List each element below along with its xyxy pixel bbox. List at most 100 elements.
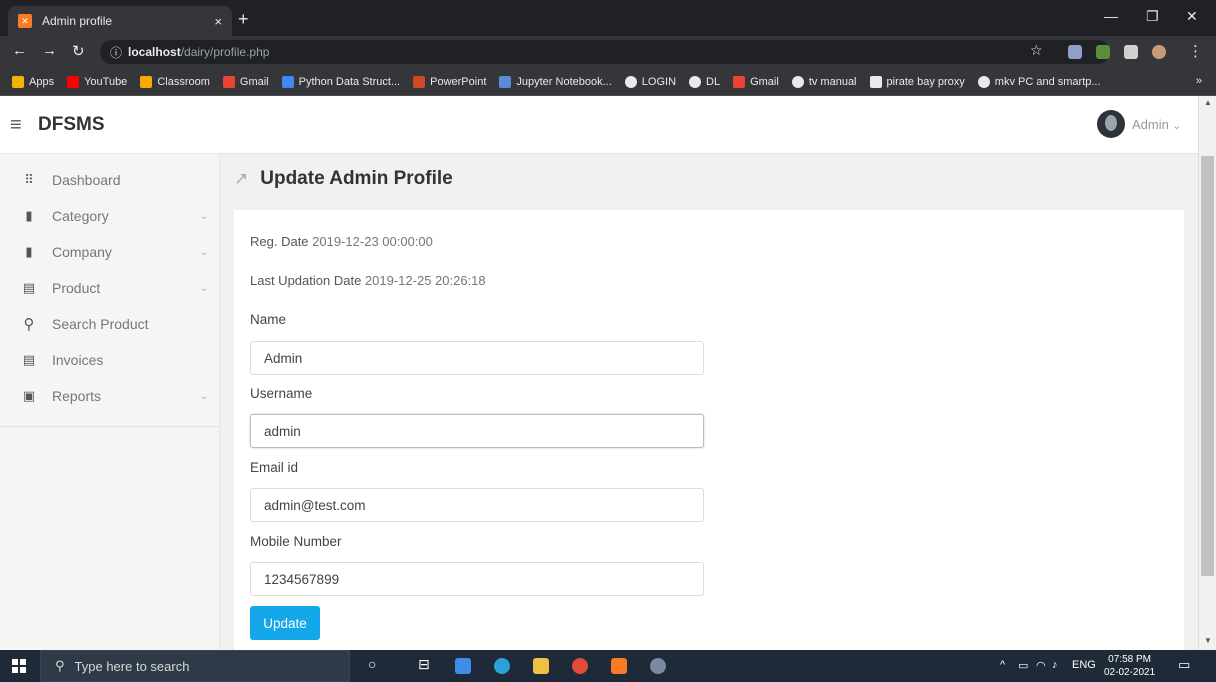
name-field[interactable] [250,341,704,375]
scroll-thumb[interactable] [1201,156,1214,576]
sidebar-item-dashboard[interactable]: ⠿ Dashboard [0,163,220,197]
sidebar-item-label: Dashboard [52,172,121,188]
bookmark-gmail-2[interactable]: Gmail [733,75,779,88]
edge-icon[interactable] [494,658,510,674]
extensions-puzzle-icon[interactable] [1124,45,1138,59]
username-label: Username [250,386,313,401]
address-bar[interactable]: ⓘ localhost/dairy/profile.php [100,40,1110,64]
shield-extension-icon[interactable] [1068,45,1082,59]
hamburger-menu-icon[interactable]: ≡ [10,114,22,137]
scroll-down-icon[interactable]: ▼ [1204,636,1212,645]
list-icon: ▤ [22,352,36,367]
xampp-icon[interactable] [611,658,627,674]
taskbar-search[interactable]: ⚲ Type here to search [40,650,350,682]
notification-icon[interactable]: ▭ [1178,657,1190,673]
sidebar-item-company[interactable]: ▮ Company ⌄ [0,235,220,269]
chevron-down-icon: ⌄ [1172,121,1181,132]
sidebar-item-label: Product [52,280,101,296]
url-host: localhost [128,45,181,59]
chrome-menu-icon[interactable]: ⋮ [1188,42,1203,60]
browser-tab[interactable]: ✕ Admin profile × [8,6,232,36]
bookmark-powerpoint[interactable]: PowerPoint [413,75,486,88]
update-button[interactable]: Update [250,606,320,640]
username-field[interactable] [250,414,704,448]
bookmark-python[interactable]: Python Data Struct... [281,75,400,88]
scroll-up-icon[interactable]: ▲ [1204,98,1212,107]
bookmark-tv-manual[interactable]: tv manual [791,75,857,88]
sidebar-item-search-product[interactable]: ⚲ Search Product [0,307,220,341]
bookmark-classroom[interactable]: Classroom [140,75,210,88]
volume-icon[interactable]: ♪ [1052,659,1058,671]
mobile-field[interactable] [250,562,704,596]
close-window-icon[interactable]: ✕ [1186,8,1198,25]
bookmark-mkv[interactable]: mkv PC and smartp... [977,75,1101,88]
user-menu[interactable]: Admin ⌄ [1132,117,1181,132]
mail-icon[interactable] [455,658,471,674]
file-explorer-icon[interactable] [533,658,549,674]
gmail-icon [733,75,746,88]
windows-taskbar: ⚲ Type here to search ○ ⊟ ^ ▭ ◠ ♪ ENG 07… [0,650,1216,682]
site-info-icon[interactable]: ⓘ [110,44,122,61]
sidebar-divider [0,426,220,427]
bookmark-gmail[interactable]: Gmail [222,75,269,88]
task-view-icon[interactable]: ⊟ [418,656,430,673]
last-update-date: Last Updation Date 2019-12-25 20:26:18 [250,273,486,288]
globe-icon [624,75,637,88]
language-indicator[interactable]: ENG [1072,659,1096,671]
show-hidden-icons-icon[interactable]: ^ [1000,659,1005,671]
bookmark-jupyter[interactable]: Jupyter Notebook... [499,75,612,88]
chevron-down-icon: ⌄ [199,246,208,258]
sidebar-item-product[interactable]: ▤ Product ⌄ [0,271,220,305]
search-icon: ⚲ [23,316,35,333]
page-scrollbar[interactable]: ▲ ▼ [1198,96,1216,650]
user-avatar[interactable] [1097,110,1125,138]
sidebar-item-label: Invoices [52,352,104,368]
sidebar-item-label: Reports [52,388,102,404]
tree-extension-icon[interactable] [1096,45,1110,59]
page-title: ↗ Update Admin Profile [234,168,453,189]
jupyter-icon [499,75,512,88]
cortana-icon[interactable]: ○ [368,656,376,672]
bookmarks-overflow-icon[interactable]: » [1196,75,1202,87]
file-icon: ▮ [25,208,33,223]
bookmark-dl[interactable]: DL [689,75,720,88]
app-header: ≡ DFSMS Admin ⌄ [0,96,1198,154]
tab-title: Admin profile [42,14,113,28]
restore-icon[interactable]: ❐ [1146,8,1159,25]
globe-icon [977,75,990,88]
forward-icon[interactable]: → [42,42,57,59]
profile-avatar-icon[interactable] [1152,45,1166,59]
report-icon: ▣ [22,388,36,403]
back-icon[interactable]: ← [12,42,27,59]
wifi-icon[interactable]: ◠ [1036,659,1046,672]
sidebar: ⠿ Dashboard ▮ Category ⌄ ▮ Company ⌄ ▤ P… [0,154,220,650]
windows-start-icon[interactable] [12,659,26,673]
bookmark-pirate-bay[interactable]: pirate bay proxy [869,75,965,88]
minimize-icon[interactable]: — [1104,8,1118,24]
new-tab-icon[interactable]: + [238,9,249,30]
list-icon: ▤ [22,280,36,295]
file-icon: ▮ [25,244,33,259]
clock[interactable]: 07:58 PM 02-02-2021 [1104,653,1155,679]
profile-card: Reg. Date 2019-12-23 00:00:00 Last Updat… [234,210,1184,660]
tab-close-icon[interactable]: × [214,14,222,29]
browser-tab-strip: ✕ Admin profile × + — ❐ ✕ [0,0,1216,36]
battery-icon[interactable]: ▭ [1018,659,1028,672]
bookmark-login[interactable]: LOGIN [624,75,676,88]
reg-date: Reg. Date 2019-12-23 00:00:00 [250,234,433,249]
bookmark-youtube[interactable]: YouTube [67,75,127,88]
chrome-icon[interactable] [572,658,588,674]
email-field[interactable] [250,488,704,522]
sidebar-item-reports[interactable]: ▣ Reports ⌄ [0,379,220,413]
sidebar-item-category[interactable]: ▮ Category ⌄ [0,199,220,233]
reload-icon[interactable]: ↻ [72,42,85,60]
brand-title: DFSMS [38,114,105,135]
bookmark-star-icon[interactable]: ☆ [1030,42,1043,59]
bookmark-apps[interactable]: Apps [12,75,54,88]
app-icon[interactable] [650,658,666,674]
monitor-icon [869,75,882,88]
powerpoint-icon [413,75,426,88]
sidebar-item-label: Company [52,244,112,260]
sidebar-item-invoices[interactable]: ▤ Invoices [0,343,220,377]
url-path: /dairy/profile.php [180,45,270,59]
